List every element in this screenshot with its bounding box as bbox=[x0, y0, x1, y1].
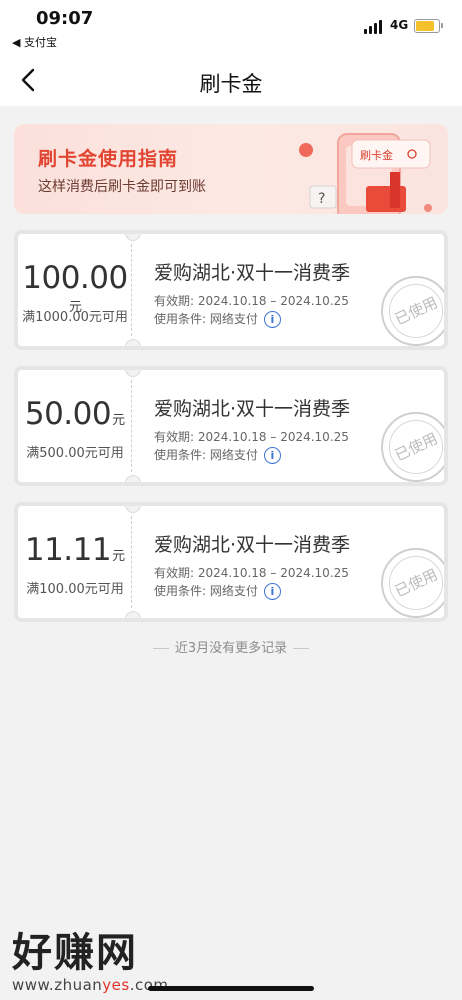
banner-subtitle: 这样消费后刷卡金即可到账 bbox=[38, 179, 206, 195]
coupon-condition: 使用条件: 网络支付 i bbox=[154, 310, 281, 328]
coupon-title: 爱购湖北·双十一消费季 bbox=[154, 534, 351, 556]
usage-guide-banner[interactable]: 刷卡金使用指南 这样消费后刷卡金即可到账 刷卡金 ? bbox=[14, 124, 448, 214]
used-stamp: 已使用 bbox=[381, 276, 444, 346]
used-stamp: 已使用 bbox=[381, 548, 444, 618]
coupon-validity: 有效期: 2024.10.18 – 2024.10.25 bbox=[154, 294, 349, 308]
no-more-records-note: 近3月没有更多记录 bbox=[0, 637, 462, 656]
phone-card-illustration: 刷卡金 ? bbox=[299, 133, 432, 214]
status-time: 09:07 bbox=[36, 8, 94, 29]
coupon-title: 爱购湖北·双十一消费季 bbox=[154, 262, 351, 284]
used-stamp: 已使用 bbox=[381, 412, 444, 482]
coupon-validity: 有效期: 2024.10.18 – 2024.10.25 bbox=[154, 566, 349, 580]
coupon-threshold: 满100.00元可用 bbox=[26, 582, 124, 597]
info-icon[interactable]: i bbox=[263, 311, 281, 328]
home-indicator[interactable] bbox=[148, 986, 314, 991]
coupon-card[interactable]: 100.00元 满1000.00元可用 爱购湖北·双十一消费季 有效期: 202… bbox=[14, 230, 448, 350]
back-to-alipay-link[interactable]: ◀ 支付宝 bbox=[12, 34, 57, 50]
network-type: 4G bbox=[390, 18, 409, 32]
watermark-url: www.zhuanyes.com bbox=[12, 976, 169, 994]
top-bar: 09:07 ◀ 支付宝 4G 刷卡金 bbox=[0, 0, 462, 106]
watermark-title: 好赚网 bbox=[12, 930, 138, 976]
coupon-condition: 使用条件: 网络支付 i bbox=[154, 582, 281, 600]
coupon-amount: 11.11元 bbox=[24, 532, 126, 568]
coupon-amount: 50.00元 bbox=[24, 396, 126, 432]
info-icon[interactable]: i bbox=[263, 583, 281, 600]
page-title: 刷卡金 bbox=[199, 72, 263, 96]
coupon-threshold: 满1000.00元可用 bbox=[22, 310, 128, 325]
site-watermark: 好赚网 www.zhuanyes.com bbox=[12, 920, 169, 994]
coupon-condition: 使用条件: 网络支付 i bbox=[154, 446, 281, 464]
signal-icon bbox=[364, 20, 384, 34]
coupon-card[interactable]: 50.00元 满500.00元可用 爱购湖北·双十一消费季 有效期: 2024.… bbox=[14, 366, 448, 486]
coupon-card[interactable]: 11.11元 满100.00元可用 爱购湖北·双十一消费季 有效期: 2024.… bbox=[14, 502, 448, 622]
battery-icon bbox=[414, 19, 443, 33]
banner-title: 刷卡金使用指南 bbox=[38, 148, 179, 170]
info-icon[interactable]: i bbox=[263, 447, 281, 464]
coupon-title: 爱购湖北·双十一消费季 bbox=[154, 398, 351, 420]
art-label: 刷卡金 bbox=[360, 148, 393, 162]
coupon-validity: 有效期: 2024.10.18 – 2024.10.25 bbox=[154, 430, 349, 444]
coupon-threshold: 满500.00元可用 bbox=[26, 446, 124, 461]
svg-text:?: ? bbox=[318, 191, 325, 207]
